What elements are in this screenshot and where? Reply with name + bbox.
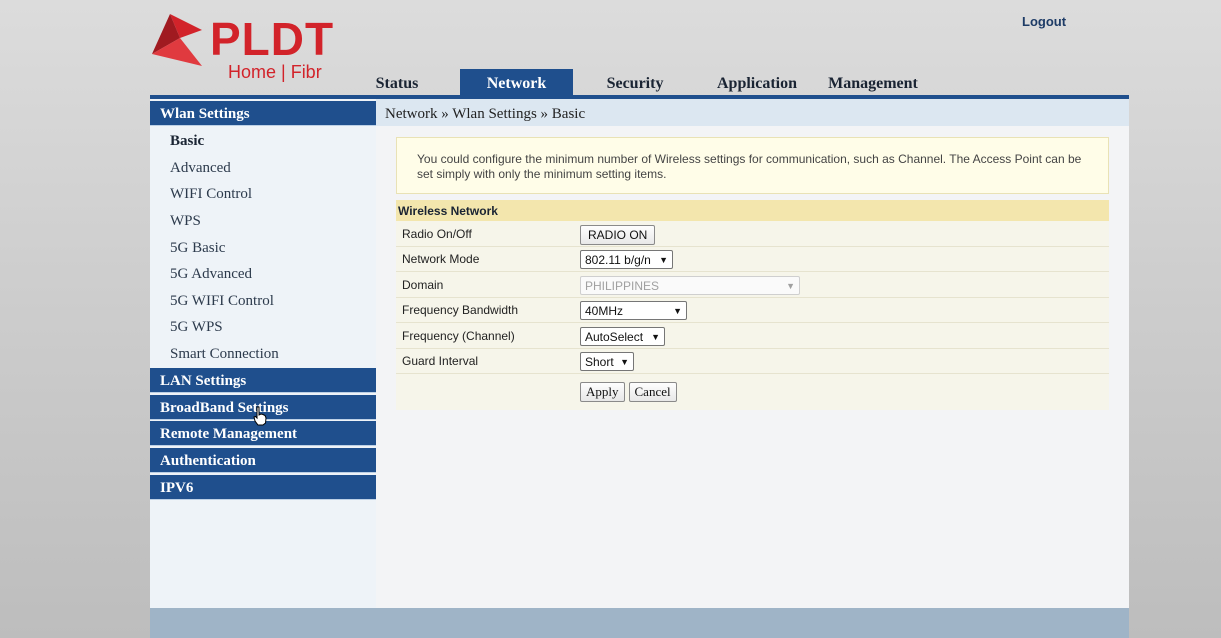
sidebar-item-wifi-control[interactable]: WIFI Control xyxy=(170,185,252,203)
domain-label: Domain xyxy=(402,278,444,292)
sidebar-section-lan-settings[interactable]: LAN Settings xyxy=(150,368,376,393)
network-mode-select[interactable]: 802.11 b/g/n ▼ xyxy=(580,250,673,269)
tab-security[interactable]: Security xyxy=(593,69,677,95)
chevron-down-icon: ▼ xyxy=(620,356,629,367)
breadcrumb: Network » Wlan Settings » Basic xyxy=(376,99,1129,126)
chevron-down-icon: ▼ xyxy=(651,331,660,342)
row-guard-interval: Guard Interval Short ▼ xyxy=(396,349,1109,374)
sidebar-item-5g-basic[interactable]: 5G Basic xyxy=(170,239,225,257)
channel-select[interactable]: AutoSelect ▼ xyxy=(580,327,665,346)
apply-button[interactable]: Apply xyxy=(580,382,625,402)
guard-interval-label: Guard Interval xyxy=(402,354,479,368)
pldt-logo-mark-icon xyxy=(152,14,202,66)
wireless-network-section: Wireless Network Radio On/Off RADIO ON N… xyxy=(396,200,1109,410)
main-content: Network » Wlan Settings » Basic You coul… xyxy=(376,99,1129,608)
sidebar-item-smart-connection[interactable]: Smart Connection xyxy=(170,345,279,363)
cancel-button[interactable]: Cancel xyxy=(628,382,677,402)
row-domain: Domain PHILIPPINES ▼ xyxy=(396,273,1109,298)
sidebar-item-5g-wifi-control[interactable]: 5G WIFI Control xyxy=(170,292,274,310)
guard-interval-value: Short xyxy=(585,354,614,369)
sidebar-item-basic[interactable]: Basic xyxy=(170,132,204,150)
pldt-logo: PLDT Home | Fibr xyxy=(150,10,350,85)
network-mode-value: 802.11 b/g/n xyxy=(585,252,651,267)
bandwidth-label: Frequency Bandwidth xyxy=(402,303,519,317)
channel-label: Frequency (Channel) xyxy=(402,329,515,343)
guard-interval-select[interactable]: Short ▼ xyxy=(580,352,634,371)
row-radio: Radio On/Off RADIO ON xyxy=(396,222,1109,247)
sidebar-heading-wlan[interactable]: Wlan Settings xyxy=(150,101,376,126)
network-mode-label: Network Mode xyxy=(402,252,480,266)
section-title: Wireless Network xyxy=(396,200,1109,221)
row-channel: Frequency (Channel) AutoSelect ▼ xyxy=(396,324,1109,349)
domain-select: PHILIPPINES ▼ xyxy=(580,276,800,295)
tab-management[interactable]: Management xyxy=(823,69,923,95)
sidebar-item-5g-wps[interactable]: 5G WPS xyxy=(170,318,223,336)
sidebar-item-5g-advanced[interactable]: 5G Advanced xyxy=(170,265,252,283)
sidebar: Wlan Settings Basic Advanced WIFI Contro… xyxy=(150,99,376,608)
info-notice: You could configure the minimum number o… xyxy=(396,137,1109,194)
bandwidth-value: 40MHz xyxy=(585,303,624,318)
domain-value: PHILIPPINES xyxy=(585,278,660,293)
logout-link[interactable]: Logout xyxy=(1022,14,1066,29)
chevron-down-icon: ▼ xyxy=(786,280,795,291)
row-bandwidth: Frequency Bandwidth 40MHz ▼ xyxy=(396,298,1109,323)
tab-application[interactable]: Application xyxy=(707,69,807,95)
tab-network[interactable]: Network xyxy=(460,69,573,95)
footer-bar xyxy=(150,608,1129,638)
tab-status[interactable]: Status xyxy=(361,69,433,95)
row-network-mode: Network Mode 802.11 b/g/n ▼ xyxy=(396,247,1109,272)
chevron-down-icon: ▼ xyxy=(673,305,682,316)
chevron-down-icon: ▼ xyxy=(659,254,668,265)
sidebar-item-wps[interactable]: WPS xyxy=(170,212,201,230)
bandwidth-select[interactable]: 40MHz ▼ xyxy=(580,301,687,320)
logo-brand-text: PLDT xyxy=(210,13,335,65)
radio-toggle-button[interactable]: RADIO ON xyxy=(580,224,656,245)
radio-label: Radio On/Off xyxy=(402,227,472,241)
hand-cursor-icon xyxy=(253,406,267,426)
sidebar-section-authentication[interactable]: Authentication xyxy=(150,448,376,473)
sidebar-section-ipv6[interactable]: IPV6 xyxy=(150,475,376,500)
channel-value: AutoSelect xyxy=(585,329,644,344)
form-actions: Apply Cancel xyxy=(580,382,677,402)
sidebar-item-advanced[interactable]: Advanced xyxy=(170,159,231,177)
logo-sub-text: Home | Fibr xyxy=(228,62,322,82)
